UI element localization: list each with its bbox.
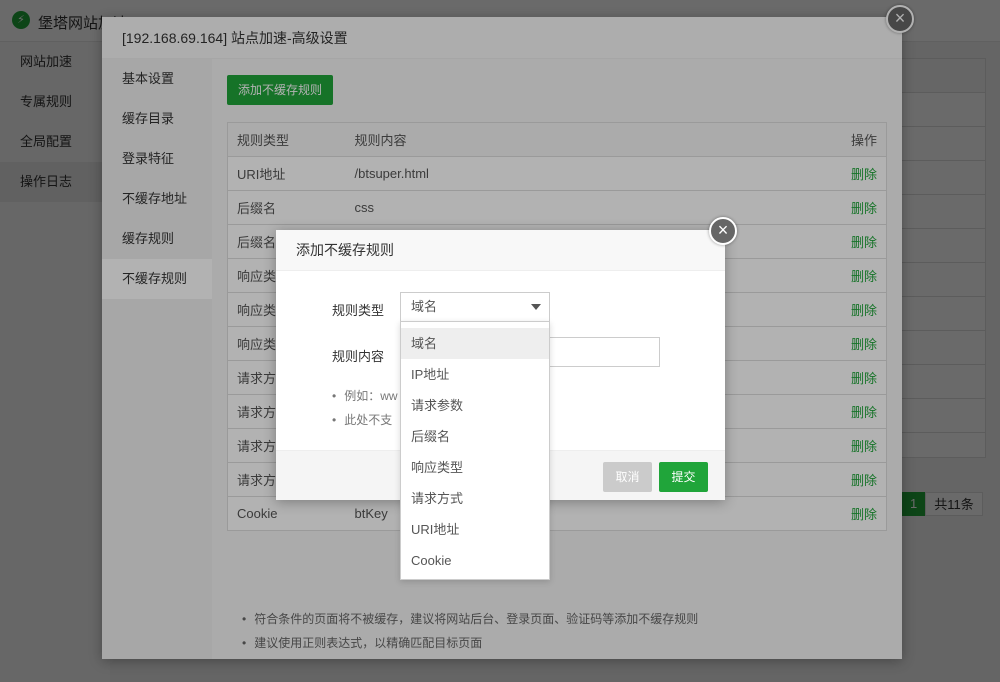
- dropdown-option-response-type[interactable]: 响应类型: [401, 452, 549, 483]
- close-icon[interactable]: ×: [709, 217, 737, 245]
- dropdown-option-domain[interactable]: 域名: [401, 328, 549, 359]
- rule-type-select[interactable]: 域名: [400, 292, 550, 322]
- cancel-button[interactable]: 取消: [603, 462, 652, 492]
- caret-down-icon: [531, 304, 541, 310]
- hint-example: 例如：ww: [332, 387, 397, 404]
- rule-type-label: 规则类型: [332, 303, 385, 318]
- dropdown-option-suffix[interactable]: 后缀名: [401, 421, 549, 452]
- rule-content-label: 规则内容: [332, 349, 385, 364]
- dialog-title: 添加不缓存规则: [276, 230, 725, 271]
- rule-type-value: 域名: [411, 299, 438, 314]
- rule-type-dropdown: 域名 IP地址 请求参数 后缀名 响应类型 请求方式 URI地址 Cookie: [400, 321, 550, 580]
- hint-unsupported: 此处不支: [332, 411, 392, 428]
- dropdown-option-request-method[interactable]: 请求方式: [401, 483, 549, 514]
- dropdown-option-uri[interactable]: URI地址: [401, 514, 549, 545]
- submit-button[interactable]: 提交: [659, 462, 708, 492]
- dropdown-option-cookie[interactable]: Cookie: [401, 545, 549, 576]
- dropdown-option-ip[interactable]: IP地址: [401, 359, 549, 390]
- dropdown-option-query-param[interactable]: 请求参数: [401, 390, 549, 421]
